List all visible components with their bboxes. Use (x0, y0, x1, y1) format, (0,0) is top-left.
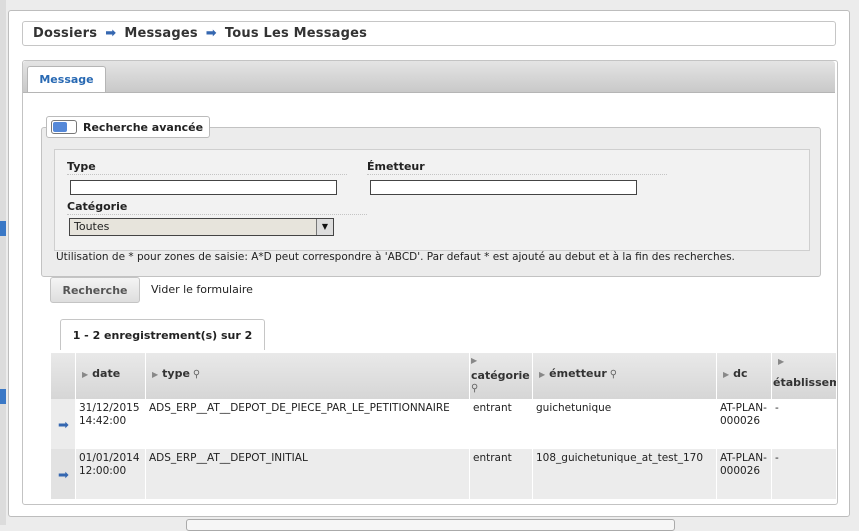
sort-icon: ▶ (723, 370, 730, 379)
search-button[interactable]: Recherche (50, 277, 140, 303)
main-container: Dossiers ➡ Messages ➡ Tous Les Messages … (8, 10, 850, 517)
sort-icon: ▶ (471, 356, 478, 365)
search-hint: Utilisation de * pour zones de saisie: A… (56, 251, 735, 263)
sort-icon: ▶ (82, 370, 89, 379)
breadcrumb: Dossiers ➡ Messages ➡ Tous Les Messages (22, 21, 836, 46)
search-icon[interactable]: ⚲ (193, 369, 200, 380)
breadcrumb-item-dossiers[interactable]: Dossiers (33, 26, 97, 41)
divider (67, 174, 347, 175)
tab-message[interactable]: Message (27, 66, 106, 92)
categorie-select[interactable]: Toutes ▼ (69, 218, 334, 236)
bottom-panel-edge (186, 519, 675, 531)
arrow-right-icon: ➡ (205, 26, 217, 41)
cell-etablissement: - (772, 449, 836, 499)
cell-etablissement: - (772, 399, 836, 449)
arrow-right-icon[interactable]: ➡ (58, 469, 69, 482)
table-row[interactable]: ➡ 31/12/2015 14:42:00 ADS_ERP__AT__DEPOT_… (51, 399, 836, 449)
sidebar-active-marker (0, 221, 6, 236)
cell-emetteur: guichetunique (533, 399, 717, 449)
toggle-switch-icon[interactable] (51, 120, 77, 134)
search-icon[interactable]: ⚲ (610, 369, 617, 380)
sidebar-active-marker (0, 389, 6, 404)
cell-type: ADS_ERP__AT__DEPOT_INITIAL (146, 449, 470, 499)
categorie-selected-value: Toutes (74, 220, 110, 233)
categorie-label: Catégorie (67, 200, 128, 213)
cell-categorie: entrant (470, 449, 533, 499)
cell-date: 31/12/2015 14:42:00 (76, 399, 146, 449)
column-header-dc[interactable]: ▶ dc (717, 353, 772, 399)
chevron-down-icon[interactable]: ▼ (316, 219, 333, 235)
results-count: 1 - 2 enregistrement(s) sur 2 (60, 319, 265, 350)
cell-type: ADS_ERP__AT__DEPOT_DE_PIECE_PAR_LE_PETIT… (146, 399, 470, 449)
row-action-cell[interactable]: ➡ (51, 449, 76, 499)
table-row[interactable]: ➡ 01/01/2014 12:00:00 ADS_ERP__AT__DEPOT_… (51, 449, 836, 499)
divider (67, 214, 367, 215)
column-header-emetteur[interactable]: ▶ émetteur ⚲ (533, 353, 717, 399)
sort-icon: ▶ (778, 357, 785, 366)
cell-date: 01/01/2014 12:00:00 (76, 449, 146, 499)
row-action-cell[interactable]: ➡ (51, 399, 76, 449)
column-header-actions (51, 353, 76, 399)
emetteur-input[interactable] (370, 180, 637, 195)
cell-dc: AT-PLAN- 000026 (717, 449, 772, 499)
arrow-right-icon: ➡ (105, 26, 117, 41)
breadcrumb-item-current: Tous Les Messages (224, 26, 368, 41)
arrow-right-icon[interactable]: ➡ (58, 419, 69, 432)
type-label: Type (67, 160, 96, 173)
column-header-date[interactable]: ▶ date (76, 353, 146, 399)
search-icon[interactable]: ⚲ (471, 383, 478, 394)
advanced-search-toggle[interactable]: Recherche avancée (46, 116, 211, 138)
results-table: ▶ date ▶ type ⚲ ▶ catégorie ⚲ ▶ émetteur ⚲ ▶ d… (51, 353, 836, 501)
reset-form-link[interactable]: Vider le formulaire (151, 283, 253, 296)
divider (367, 174, 667, 175)
breadcrumb-item-messages[interactable]: Messages (124, 26, 197, 41)
column-header-categorie[interactable]: ▶ catégorie ⚲ (470, 353, 533, 399)
cell-dc: AT-PLAN- 000026 (717, 399, 772, 449)
column-header-type[interactable]: ▶ type ⚲ (146, 353, 470, 399)
cell-emetteur: 108_guichetunique_at_test_170 (533, 449, 717, 499)
column-header-etablissement[interactable]: ▶ établissement (772, 353, 836, 399)
tab-bar: Message (23, 61, 835, 93)
type-input[interactable] (70, 180, 337, 195)
message-panel: Message Recherche avancée Type Émetteur … (22, 60, 838, 505)
cell-categorie: entrant (470, 399, 533, 449)
sort-icon: ▶ (152, 370, 159, 379)
left-sidebar-strip (0, 0, 6, 525)
emetteur-label: Émetteur (367, 160, 425, 173)
advanced-search-label: Recherche avancée (83, 120, 204, 134)
sort-icon: ▶ (539, 370, 546, 379)
